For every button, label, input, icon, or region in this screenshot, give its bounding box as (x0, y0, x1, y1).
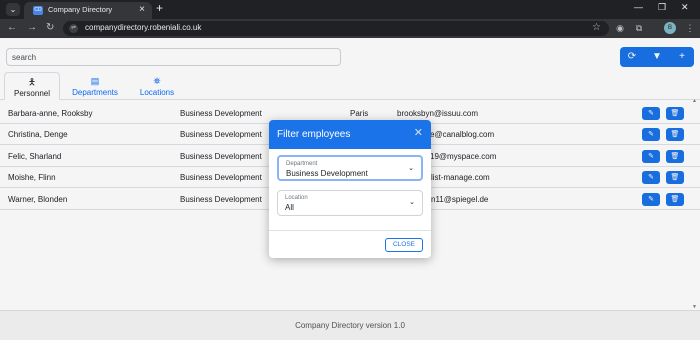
modal-title: Filter employees (277, 129, 351, 140)
chevron-down-icon: ⌄ (409, 199, 415, 206)
favicon-icon: CD (33, 6, 43, 15)
forward-icon[interactable]: → (27, 22, 37, 33)
close-button[interactable]: CLOSE (385, 238, 423, 252)
window-close-icon[interactable]: ✕ (681, 2, 689, 13)
department-label: Department (286, 161, 318, 167)
tab-title: Company Directory (48, 5, 113, 14)
restore-icon[interactable]: ❐ (658, 2, 666, 13)
extensions-puzzle-icon[interactable]: ⧉ (633, 22, 645, 34)
tab-search-icon[interactable]: ⌄ (6, 3, 20, 16)
department-value: Business Development (286, 169, 368, 178)
chevron-down-icon: ⌄ (408, 165, 414, 172)
filter-modal: Filter employees ✕ Department Business D… (269, 120, 431, 258)
location-select[interactable]: Location All ⌄ (277, 190, 423, 216)
new-tab-icon[interactable]: + (156, 1, 163, 15)
back-icon[interactable]: ← (7, 22, 17, 33)
extension-icon[interactable]: ◉ (614, 22, 626, 34)
site-info-icon[interactable]: ⇌ (69, 24, 78, 33)
browser-tab[interactable]: CD Company Directory × (24, 2, 152, 19)
address-bar[interactable]: ⇌ companydirectory.robeniali.co.uk ☆ (63, 21, 609, 36)
menu-kebab-icon[interactable]: ⋮ (684, 22, 696, 34)
url-text: companydirectory.robeniali.co.uk (85, 23, 202, 32)
modal-header: Filter employees ✕ (269, 120, 431, 149)
browser-toolbar: ← → ↻ ⇌ companydirectory.robeniali.co.uk… (0, 19, 700, 38)
location-value: All (285, 203, 294, 212)
department-select[interactable]: Department Business Development ⌄ (277, 155, 423, 181)
reload-icon[interactable]: ↻ (46, 22, 54, 33)
minimize-icon[interactable]: — (634, 2, 643, 12)
bookmark-star-icon[interactable]: ☆ (592, 22, 601, 33)
browser-tab-bar: ⌄ CD Company Directory × + — ❐ ✕ (0, 0, 700, 19)
profile-avatar[interactable]: B (664, 22, 676, 34)
location-label: Location (285, 195, 308, 201)
close-icon[interactable]: ✕ (414, 126, 423, 139)
tab-close-icon[interactable]: × (139, 4, 145, 15)
modal-footer: CLOSE (269, 230, 431, 258)
